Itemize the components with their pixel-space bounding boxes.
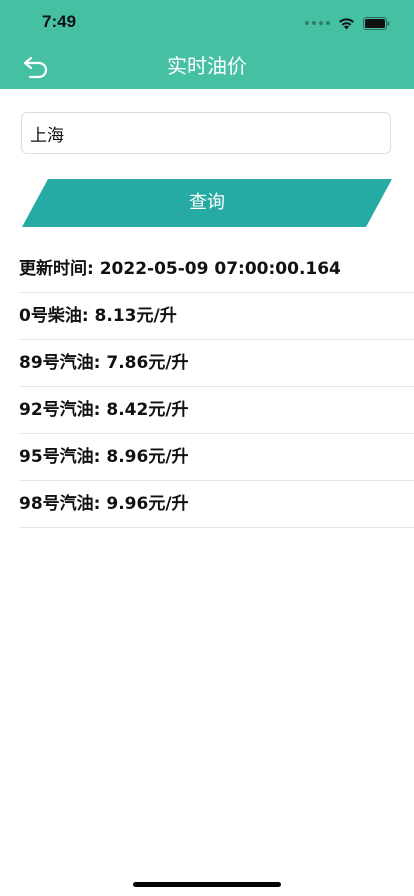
price-list: 更新时间: 2022-05-09 07:00:00.164 0号柴油: 8.13… [19, 246, 414, 528]
app-screen: 7:49 实时油价 上海 查询 更新时间: 2022-05-09 07:00:0… [0, 0, 414, 896]
battery-icon [363, 16, 390, 30]
price-row-gasoline-95: 95号汽油: 8.96元/升 [19, 434, 414, 481]
price-row-diesel-0: 0号柴油: 8.13元/升 [19, 293, 414, 340]
status-icons [305, 14, 390, 32]
header: 7:49 实时油价 [0, 0, 414, 89]
query-button-label: 查询 [189, 192, 225, 213]
wifi-icon [339, 17, 354, 29]
status-time: 7:49 [42, 12, 77, 31]
price-row-gasoline-89: 89号汽油: 7.86元/升 [19, 340, 414, 387]
price-row-gasoline-92: 92号汽油: 8.42元/升 [19, 387, 414, 434]
update-time: 更新时间: 2022-05-09 07:00:00.164 [19, 246, 414, 293]
page-title: 实时油价 [167, 54, 247, 78]
signal-icon [305, 21, 330, 25]
query-button[interactable]: 查询 [22, 179, 392, 227]
price-row-gasoline-98: 98号汽油: 9.96元/升 [19, 481, 414, 528]
home-indicator[interactable] [133, 882, 281, 887]
city-search-input[interactable] [21, 112, 391, 154]
